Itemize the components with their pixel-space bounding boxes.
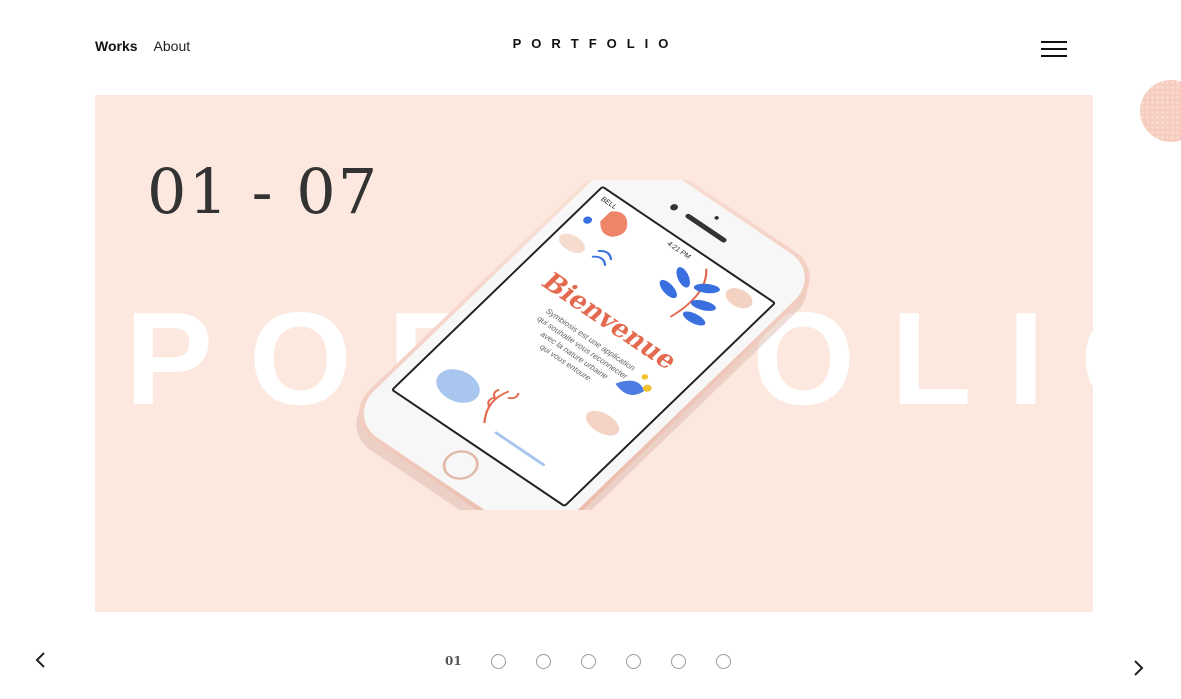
phone-mockup: BELL 4:21 PM Bienvenue Symbiosis est une… [327,154,847,548]
pager-dot-6[interactable] [671,653,686,669]
slide-pager: 01 [445,652,761,670]
pager-dot-3[interactable] [536,653,551,669]
decorative-circle [1140,80,1181,142]
hamburger-icon [1041,41,1067,43]
pager-dot-2[interactable] [491,653,506,669]
brand-logo[interactable]: PORTFOLIO [0,36,1181,51]
pager-dot-7[interactable] [716,653,731,669]
chevron-left-icon [35,652,45,668]
pager-dot-5[interactable] [626,653,641,669]
prev-slide-button[interactable] [32,650,52,670]
portfolio-page: Works About PORTFOLIO PORTFOLIO 01 - 07 [0,0,1181,699]
chevron-right-icon [1134,660,1144,676]
pager-dot-4[interactable] [581,653,596,669]
phone-illustration: BELL 4:21 PM Bienvenue Symbiosis est une… [356,154,810,548]
hero-slide[interactable]: PORTFOLIO 01 - 07 [95,95,1093,612]
next-slide-button[interactable] [1128,658,1148,678]
menu-button[interactable] [1041,41,1069,59]
pager-current-number: 01 [445,654,462,668]
